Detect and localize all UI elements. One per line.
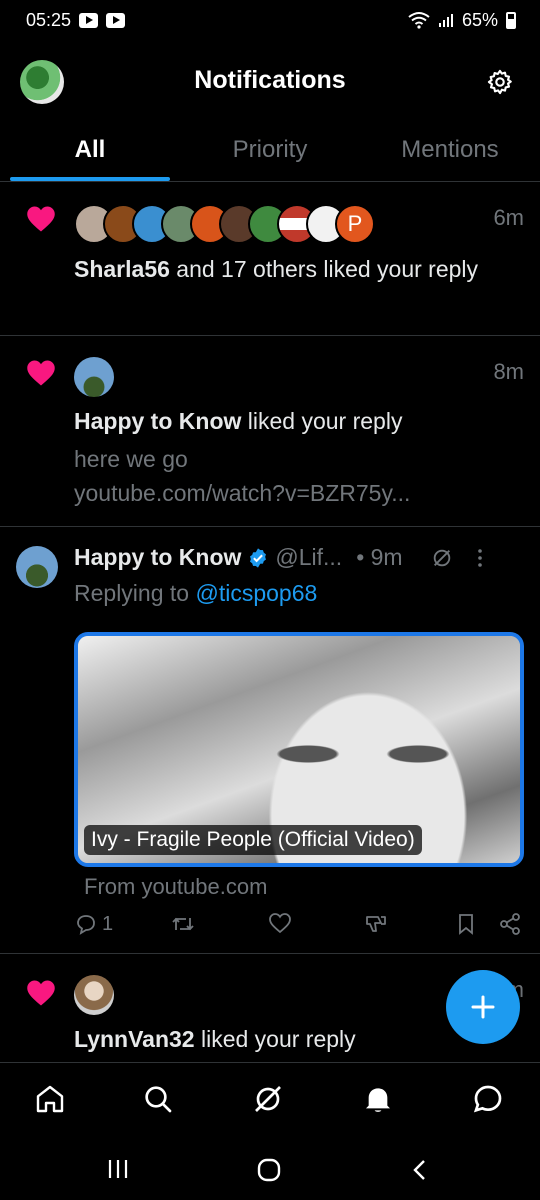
notification-text: Happy to Know liked your reply xyxy=(74,405,500,437)
replying-to: Replying to @ticspop68 xyxy=(74,580,317,607)
search-icon[interactable] xyxy=(142,1083,174,1115)
battery-icon xyxy=(506,11,516,29)
avatar[interactable]: P xyxy=(335,204,375,244)
notification-text: Sharla56 and 17 others liked your reply xyxy=(74,253,500,285)
actor-name: LynnVan32 xyxy=(74,1026,195,1052)
notifications-bell-icon[interactable] xyxy=(362,1083,394,1115)
heart-icon xyxy=(27,360,55,386)
tab-priority[interactable]: Priority xyxy=(180,118,360,181)
status-time: 05:25 xyxy=(26,9,72,30)
home-button-icon[interactable] xyxy=(256,1158,282,1182)
thumbs-down-icon xyxy=(366,916,386,932)
compose-button[interactable] xyxy=(446,970,520,1044)
retweet-button[interactable] xyxy=(170,912,196,936)
heart-icon xyxy=(27,980,55,1006)
notification-time: 8m xyxy=(493,359,524,384)
tweet-handle[interactable]: @Lif... xyxy=(275,544,342,571)
notification-preview-link: youtube.com/watch?v=BZR75y... xyxy=(74,480,411,506)
downvote-button[interactable] xyxy=(364,912,388,936)
tab-all[interactable]: All xyxy=(0,118,180,181)
like-button[interactable] xyxy=(268,912,292,934)
reply-button[interactable]: 1 xyxy=(74,912,113,936)
messages-icon[interactable] xyxy=(472,1083,504,1115)
more-options-icon[interactable] xyxy=(475,547,485,569)
link-source[interactable]: From youtube.com xyxy=(84,874,267,900)
home-icon[interactable] xyxy=(34,1083,66,1115)
like-heart-icon xyxy=(269,913,291,934)
recent-apps-icon[interactable] xyxy=(106,1158,130,1180)
tweet-header: Happy to Know @Lif... • 9m xyxy=(74,544,524,571)
replying-prefix: Replying to xyxy=(74,580,196,606)
avatar[interactable] xyxy=(74,975,114,1015)
notification-action: liked your reply xyxy=(241,408,403,434)
actor-name: Sharla56 xyxy=(74,256,170,282)
system-navigation-bar xyxy=(0,1140,540,1200)
youtube-notification-icon-2 xyxy=(106,12,126,28)
bookmark-button[interactable] xyxy=(456,912,476,936)
youtube-notification-icon xyxy=(79,12,99,28)
video-title: Ivy - Fragile People (Official Video) xyxy=(84,825,422,855)
header: Notifications xyxy=(0,48,540,118)
reply-count: 1 xyxy=(102,912,114,935)
tweet-actions: 1 xyxy=(74,912,530,942)
wifi-icon xyxy=(408,12,430,29)
avatar[interactable] xyxy=(16,546,58,588)
tweet-time: • 9m xyxy=(356,544,403,570)
settings-gear-icon[interactable] xyxy=(486,68,514,96)
notification-text: LynnVan32 liked your reply xyxy=(74,1023,500,1055)
notification-tabs: All Priority Mentions xyxy=(0,118,540,182)
notification-item[interactable]: 8m Happy to Know liked your reply here w… xyxy=(0,337,540,527)
bottom-navigation xyxy=(0,1062,540,1138)
back-icon[interactable] xyxy=(410,1158,428,1182)
avatar[interactable] xyxy=(74,357,114,397)
reply-icon xyxy=(77,915,95,935)
notification-time: 6m xyxy=(493,205,524,230)
verified-badge-icon xyxy=(250,547,267,568)
notification-preview: here we go xyxy=(74,446,188,472)
notification-action: and 17 others liked your reply xyxy=(169,256,479,282)
actor-name: Happy to Know xyxy=(74,408,242,434)
mention-link[interactable]: @ticspop68 xyxy=(195,580,317,606)
tab-mentions[interactable]: Mentions xyxy=(360,118,540,181)
plus-icon xyxy=(471,995,495,1019)
page-title: Notifications xyxy=(194,66,346,94)
battery-level: 65% xyxy=(461,9,498,30)
share-button[interactable] xyxy=(498,912,522,936)
share-icon xyxy=(500,913,520,935)
grok-icon[interactable] xyxy=(431,547,453,569)
notification-action: liked your reply xyxy=(194,1026,356,1052)
retweet-icon xyxy=(172,917,194,931)
video-card[interactable]: Ivy - Fragile People (Official Video) xyxy=(74,632,524,867)
heart-icon xyxy=(27,206,55,232)
tweet-author-name[interactable]: Happy to Know xyxy=(74,544,241,571)
status-bar: 05:25 65% xyxy=(0,0,540,40)
bookmark-icon xyxy=(459,914,473,935)
tweet[interactable]: Happy to Know @Lif... • 9m Replying to @… xyxy=(0,528,540,954)
grok-icon[interactable] xyxy=(252,1083,284,1115)
signal-icon xyxy=(438,14,453,27)
liker-avatars: P xyxy=(74,204,375,244)
